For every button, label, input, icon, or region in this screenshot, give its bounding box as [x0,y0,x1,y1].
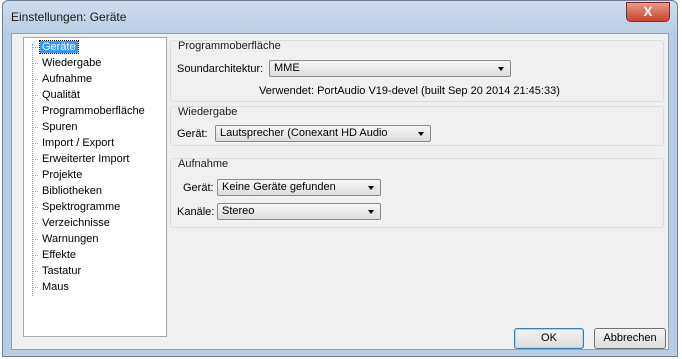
dialog-body: Geräte Wiedergabe Aufnahme Qualität Prog… [11,33,669,350]
playback-device-select[interactable]: Lautsprecher (Conexant HD Audio [215,125,431,142]
tree-item-effekte[interactable]: Effekte [32,248,78,263]
host-select[interactable]: MME [269,60,511,77]
playback-group: Wiedergabe Gerät: Lautsprecher (Conexant… [170,106,664,146]
tree-item-warnungen[interactable]: Warnungen [32,232,100,247]
interface-group-title: Programmoberfläche [178,40,281,52]
tree-item-tastatur[interactable]: Tastatur [32,264,83,279]
playback-device-label: Gerät: [177,128,208,140]
recording-device-select[interactable]: Keine Geräte gefunden [217,179,381,196]
chevron-down-icon [368,210,374,214]
preferences-dialog: Einstellungen: Geräte X Geräte Wiedergab… [2,0,678,357]
chevron-down-icon [498,67,504,71]
window-title: Einstellungen: Geräte [11,10,127,24]
tree-item-maus[interactable]: Maus [32,280,71,295]
host-label: Soundarchitektur: [177,63,264,75]
chevron-down-icon [368,186,374,190]
chevron-down-icon [418,132,424,136]
tree-item-spuren[interactable]: Spuren [32,120,79,135]
tree-item-geraete[interactable]: Geräte [32,40,79,55]
close-button[interactable]: X [626,2,670,22]
recording-group-title: Aufnahme [178,158,229,170]
tree-item-projekte[interactable]: Projekte [32,168,84,183]
tree-item-import-export[interactable]: Import / Export [32,136,116,151]
tree-item-verzeichnisse[interactable]: Verzeichnisse [32,216,112,231]
ok-button[interactable]: OK [514,328,584,349]
recording-device-label: Gerät: [183,182,214,194]
channels-select[interactable]: Stereo [217,203,381,220]
playback-group-title: Wiedergabe [178,106,238,118]
interface-group: Programmoberfläche Soundarchitektur: MME… [170,40,664,102]
preferences-tree[interactable]: Geräte Wiedergabe Aufnahme Qualität Prog… [23,37,167,337]
tree-item-spektrogramme[interactable]: Spektrogramme [32,200,122,215]
channels-label: Kanäle: [177,206,215,218]
cancel-button[interactable]: Abbrechen [594,328,666,349]
title-bar[interactable]: Einstellungen: Geräte X [3,1,677,33]
tree-item-erweiterter-import[interactable]: Erweiterter Import [32,152,131,167]
tree-item-qualitaet[interactable]: Qualität [32,88,82,103]
using-info: Verwendet: PortAudio V19-devel (built Se… [259,85,560,97]
tree-item-programmoberflaeche[interactable]: Programmoberfläche [32,104,147,119]
recording-group: Aufnahme Gerät: Keine Geräte gefunden Ka… [170,158,664,228]
tree-item-aufnahme[interactable]: Aufnahme [32,72,94,87]
tree-item-wiedergabe[interactable]: Wiedergabe [32,56,103,71]
tree-item-bibliotheken[interactable]: Bibliotheken [32,184,104,199]
